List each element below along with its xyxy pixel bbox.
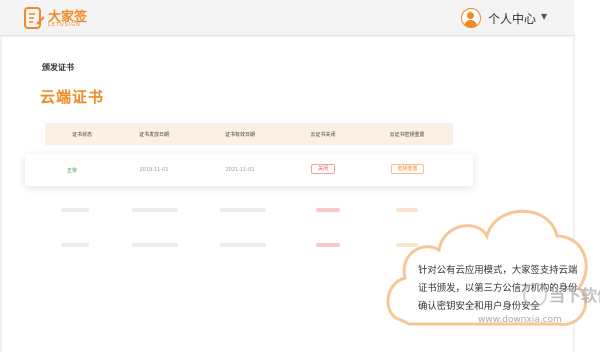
chevron-down-icon[interactable]: ▼: [541, 12, 547, 21]
column-header-valid-date: 证书有效日期: [224, 132, 255, 138]
brand-name-en: LETUSIGN: [48, 22, 81, 28]
section-label: 颁发证书: [42, 63, 74, 72]
column-header-close: 云证书关闭: [310, 132, 336, 138]
placeholder-cell: [316, 208, 340, 212]
column-header-key-reset: 云证书密钥重置: [389, 132, 425, 138]
placeholder-cell: [132, 208, 178, 212]
watermark-url: www.downxia.com: [478, 315, 562, 325]
column-header-issue-date: 证书发放日期: [138, 132, 169, 138]
letusign-logo-icon: [24, 7, 45, 29]
cert-issue-date: 2019-11-01: [139, 167, 169, 173]
close-cert-button[interactable]: 关闭: [311, 164, 335, 174]
cert-valid-date: 2021-11-01: [225, 167, 255, 173]
placeholder-cell: [220, 208, 266, 212]
placeholder-cell: [220, 243, 266, 247]
placeholder-cell: [132, 243, 178, 247]
placeholder-cell: [61, 208, 89, 212]
key-reset-button[interactable]: 密钥重置: [391, 164, 424, 174]
user-center-menu[interactable]: 个人中心: [488, 10, 536, 27]
cert-status: 正常: [66, 168, 77, 174]
placeholder-cell: [316, 243, 340, 247]
callout-line: 针对公有云应用模式，大家签支持云端: [418, 265, 578, 276]
watermark-name: 当下软件园: [549, 286, 600, 305]
user-avatar-icon[interactable]: [461, 8, 481, 28]
page-title: 云端证书: [40, 88, 105, 106]
column-header-status: 证书状态: [71, 132, 92, 138]
placeholder-cell: [61, 243, 89, 247]
watermark-logo-icon: [523, 283, 547, 307]
